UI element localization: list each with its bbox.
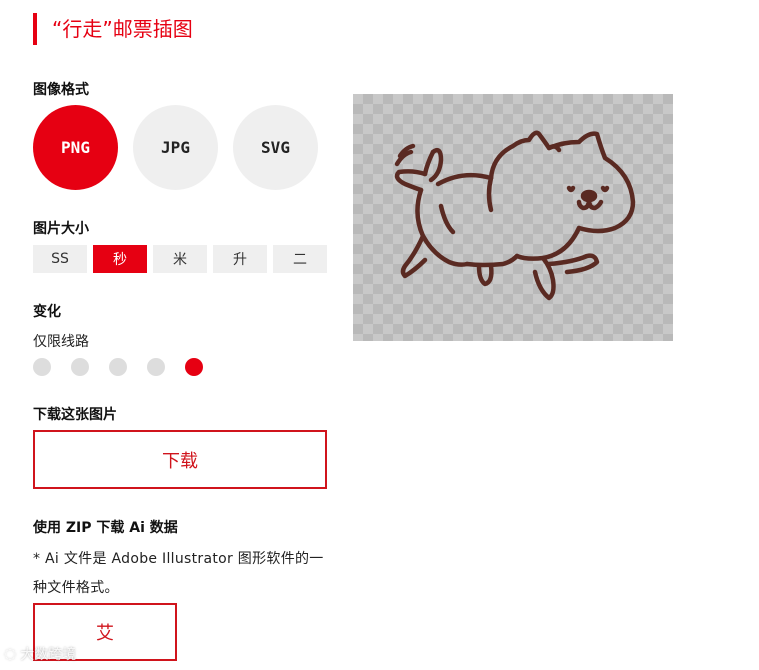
size-l-button[interactable]: 升: [213, 245, 267, 273]
variation-sublabel: 仅限线路: [33, 334, 89, 350]
variation-dot-2[interactable]: [71, 358, 89, 376]
size-ss-button[interactable]: SS: [33, 245, 87, 273]
title-accent-bar: [33, 13, 37, 45]
ai-file-note: * Ai 文件是 Adobe Illustrator 图形软件的一种文件格式。: [33, 551, 324, 596]
download-button[interactable]: 下载: [33, 430, 327, 489]
size-m-button[interactable]: 米: [153, 245, 207, 273]
variation-label: 变化: [33, 304, 61, 320]
format-jpg-button[interactable]: JPG: [133, 105, 218, 190]
format-png-button[interactable]: PNG: [33, 105, 118, 190]
format-label: 图像格式: [33, 82, 89, 98]
format-svg-button[interactable]: SVG: [233, 105, 318, 190]
watermark-logo-icon: ◌: [4, 646, 17, 662]
variation-dot-5[interactable]: [185, 358, 203, 376]
variation-dot-4[interactable]: [147, 358, 165, 376]
variation-dot-1[interactable]: [33, 358, 51, 376]
page-title: “行走”邮票插图: [52, 17, 193, 41]
size-2l-button[interactable]: 二: [273, 245, 327, 273]
walking-dog-illustration: [394, 130, 636, 301]
image-preview: [353, 94, 673, 341]
download-label: 下载这张图片: [33, 407, 117, 423]
variation-dot-3[interactable]: [109, 358, 127, 376]
watermark-text: 大数跨境: [20, 647, 77, 663]
size-label: 图片大小: [33, 221, 89, 237]
watermark: ◌ 大数跨境: [4, 644, 76, 664]
size-s-button[interactable]: 秒: [93, 245, 147, 273]
zip-label: 使用 ZIP 下载 Ai 数据: [33, 520, 178, 536]
